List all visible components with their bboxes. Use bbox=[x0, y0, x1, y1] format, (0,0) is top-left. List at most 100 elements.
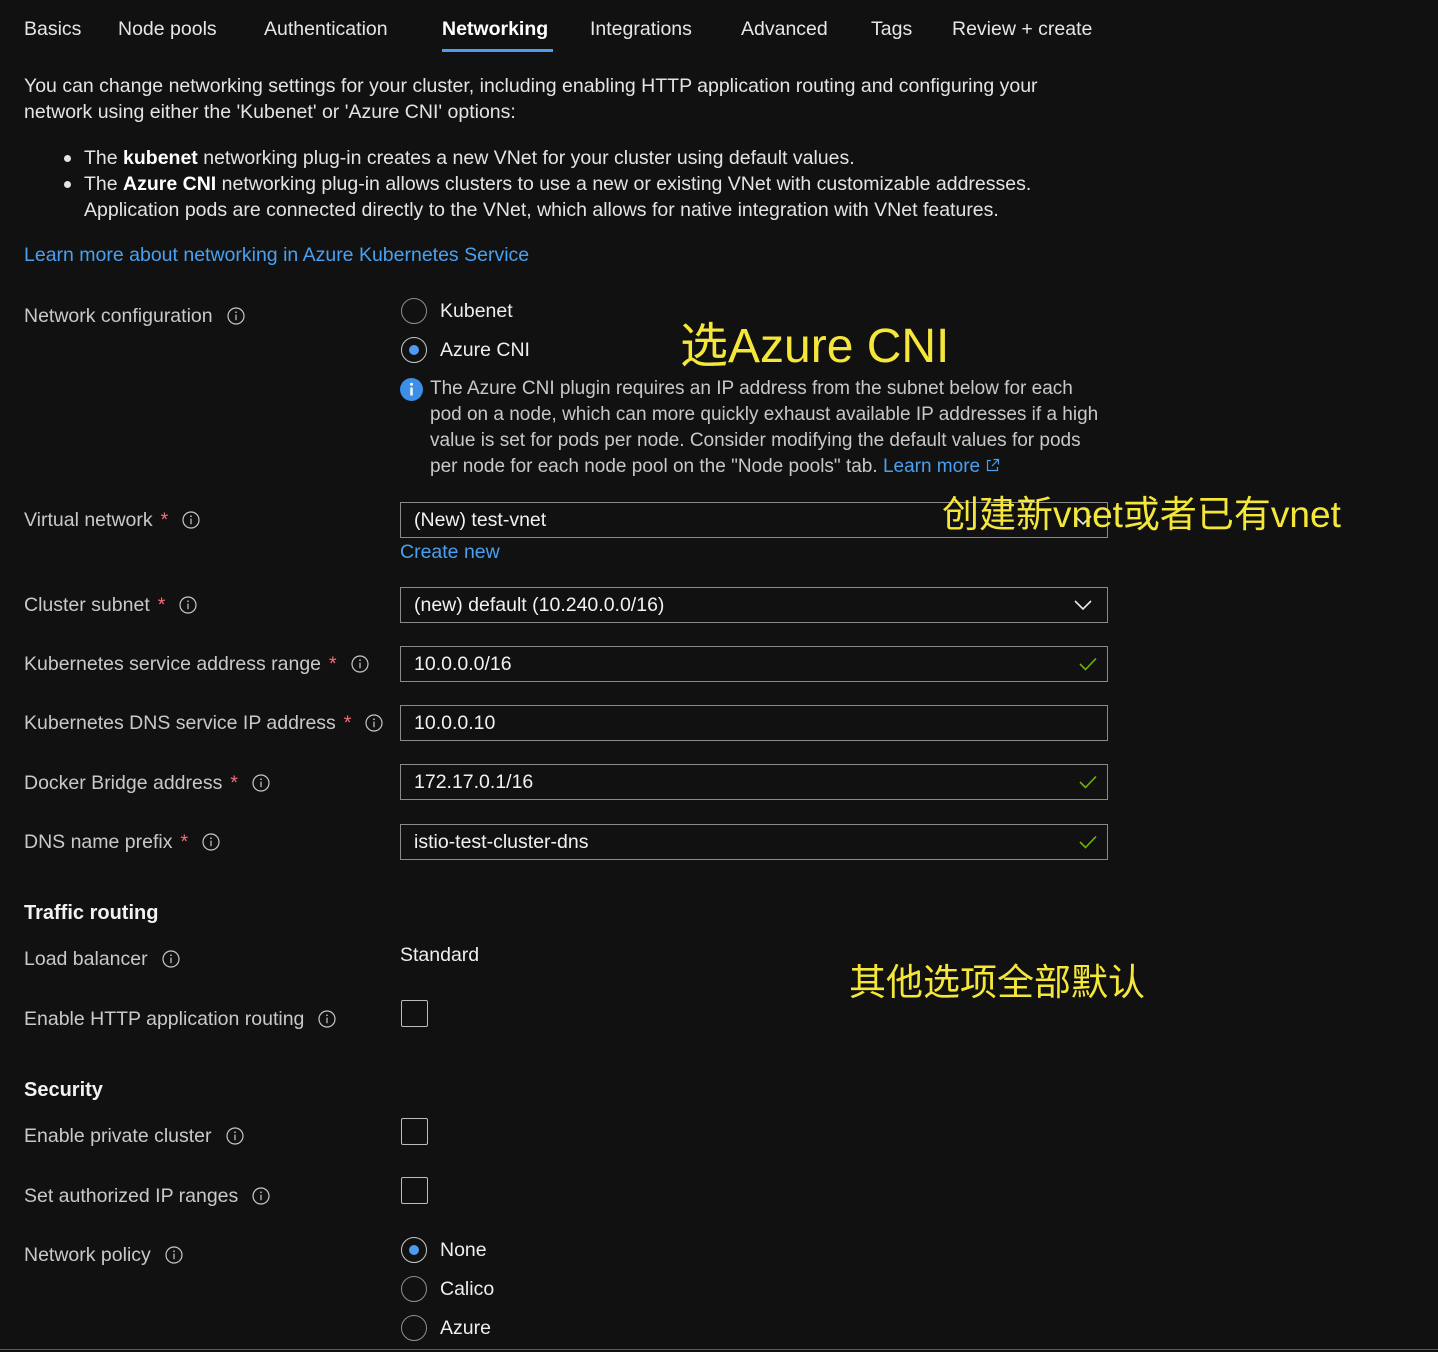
checkmark-icon bbox=[1079, 835, 1097, 849]
bottom-divider bbox=[0, 1349, 1438, 1350]
authorized-ip-ranges-checkbox[interactable] bbox=[401, 1177, 428, 1204]
dns-name-prefix-label: DNS name prefix * bbox=[24, 830, 220, 854]
info-line: per node for each node pool on the "Node… bbox=[430, 456, 878, 477]
radio-policy-calico[interactable] bbox=[401, 1276, 427, 1302]
info-filled-icon bbox=[400, 378, 423, 401]
info-icon[interactable] bbox=[252, 774, 270, 792]
radio-policy-azure-label[interactable]: Azure bbox=[440, 1316, 491, 1340]
virtual-network-selected-value: (New) test-vnet bbox=[414, 509, 547, 531]
docker-bridge-field bbox=[400, 764, 1108, 800]
label-text: Cluster subnet bbox=[24, 594, 150, 616]
tab-tags[interactable]: Tags bbox=[871, 17, 912, 41]
bullet-text: The bbox=[84, 147, 118, 169]
radio-azure-cni-label[interactable]: Azure CNI bbox=[440, 338, 530, 362]
dns-service-ip-label: Kubernetes DNS service IP address * bbox=[24, 711, 383, 735]
info-icon[interactable] bbox=[226, 307, 245, 325]
tab-integrations[interactable]: Integrations bbox=[590, 17, 692, 41]
dns-service-ip-input[interactable] bbox=[401, 706, 1107, 740]
info-icon[interactable] bbox=[182, 511, 200, 529]
network-policy-label: Network policy bbox=[24, 1243, 183, 1267]
tab-basics[interactable]: Basics bbox=[24, 17, 81, 41]
label-text: Docker Bridge address bbox=[24, 772, 223, 794]
annotation-choose-cni: 选Azure CNI bbox=[680, 320, 950, 373]
label-text: Enable private cluster bbox=[24, 1125, 212, 1147]
radio-policy-calico-label[interactable]: Calico bbox=[440, 1277, 494, 1301]
docker-bridge-label: Docker Bridge address * bbox=[24, 771, 270, 795]
checkmark-icon bbox=[1079, 657, 1097, 671]
dns-name-prefix-input[interactable] bbox=[401, 825, 1107, 859]
docker-bridge-input[interactable] bbox=[401, 765, 1107, 799]
bullet-kubenet: The kubenet networking plug-in creates a… bbox=[24, 145, 1031, 171]
bullet-dot bbox=[64, 155, 71, 162]
radio-azure-cni[interactable] bbox=[401, 337, 427, 363]
info-icon[interactable] bbox=[365, 714, 383, 732]
bullet-azure-cni: The Azure CNI networking plug-in allows … bbox=[24, 171, 1031, 223]
radio-policy-none-label[interactable]: None bbox=[440, 1238, 487, 1262]
info-icon[interactable] bbox=[225, 1127, 244, 1145]
tab-node-pools[interactable]: Node pools bbox=[118, 17, 217, 41]
required-asterisk: * bbox=[230, 772, 238, 794]
info-icon[interactable] bbox=[318, 1010, 336, 1028]
required-asterisk: * bbox=[180, 831, 189, 853]
azure-cni-info-message: The Azure CNI plugin requires an IP addr… bbox=[430, 376, 1098, 480]
tab-networking[interactable]: Networking bbox=[442, 17, 548, 41]
info-icon[interactable] bbox=[162, 950, 180, 968]
http-routing-checkbox[interactable] bbox=[401, 1000, 428, 1027]
intro-line: network using either the 'Kubenet' or 'A… bbox=[24, 101, 516, 123]
label-text: Set authorized IP ranges bbox=[24, 1185, 239, 1207]
required-asterisk: * bbox=[157, 594, 166, 616]
tab-review-create[interactable]: Review + create bbox=[952, 17, 1092, 41]
info-icon[interactable] bbox=[165, 1246, 183, 1264]
tab-advanced[interactable]: Advanced bbox=[741, 17, 828, 41]
bullet-bold-term: kubenet bbox=[123, 147, 198, 169]
required-asterisk: * bbox=[329, 653, 337, 675]
load-balancer-label: Load balancer bbox=[24, 947, 180, 971]
load-balancer-value: Standard bbox=[400, 944, 480, 966]
radio-kubenet[interactable] bbox=[401, 298, 427, 324]
radio-policy-azure[interactable] bbox=[401, 1315, 427, 1341]
radio-policy-none[interactable] bbox=[401, 1237, 427, 1263]
label-text: DNS name prefix bbox=[24, 831, 173, 853]
authorized-ip-ranges-label: Set authorized IP ranges bbox=[24, 1184, 270, 1208]
label-text: Virtual network bbox=[24, 509, 153, 531]
info-icon[interactable] bbox=[351, 655, 369, 673]
label-text: Enable HTTP application routing bbox=[24, 1008, 305, 1030]
dns-service-ip-field bbox=[400, 705, 1108, 741]
cluster-subnet-dropdown[interactable]: (new) default (10.240.0.0/16) bbox=[400, 587, 1108, 623]
annotation-vnet-note: 创建新vnet或者已有vnet bbox=[942, 494, 1341, 535]
private-cluster-checkbox[interactable] bbox=[401, 1118, 428, 1145]
info-learn-more-link[interactable]: Learn more bbox=[883, 456, 980, 477]
chevron-down-icon bbox=[1074, 600, 1092, 611]
info-icon[interactable] bbox=[179, 596, 197, 614]
intro-bullet-list: The kubenet networking plug-in creates a… bbox=[24, 145, 1031, 223]
radio-kubenet-label[interactable]: Kubenet bbox=[440, 299, 513, 323]
dns-name-prefix-field bbox=[400, 824, 1108, 860]
info-line: The Azure CNI plugin requires an IP addr… bbox=[430, 378, 1073, 399]
traffic-routing-heading: Traffic routing bbox=[24, 902, 159, 924]
active-tab-indicator bbox=[442, 49, 553, 52]
annotation-defaults-note: 其他选项全部默认 bbox=[849, 962, 1145, 1003]
cluster-subnet-label: Cluster subnet * bbox=[24, 593, 197, 617]
info-line: pod on a node, which can more quickly ex… bbox=[430, 404, 1099, 425]
tab-authentication[interactable]: Authentication bbox=[264, 17, 388, 41]
bullet-text-continuation: Application pods are connected directly … bbox=[84, 199, 999, 221]
external-link-icon[interactable] bbox=[985, 458, 1000, 473]
intro-description: You can change networking settings for y… bbox=[24, 73, 1038, 125]
info-icon[interactable] bbox=[202, 833, 220, 851]
label-text: Network configuration bbox=[24, 305, 213, 327]
http-routing-label: Enable HTTP application routing bbox=[24, 1007, 336, 1031]
required-asterisk: * bbox=[160, 509, 169, 531]
label-text: Kubernetes DNS service IP address bbox=[24, 712, 336, 734]
intro-line: You can change networking settings for y… bbox=[24, 75, 1038, 97]
bullet-dot bbox=[64, 181, 71, 188]
required-asterisk: * bbox=[343, 712, 352, 734]
bullet-text: networking plug-in creates a new VNet fo… bbox=[203, 147, 855, 169]
bullet-bold-term: Azure CNI bbox=[123, 173, 217, 195]
network-configuration-label: Network configuration bbox=[24, 304, 245, 328]
label-text: Kubernetes service address range bbox=[24, 653, 322, 675]
service-address-range-label: Kubernetes service address range * bbox=[24, 652, 369, 676]
service-address-range-input[interactable] bbox=[401, 647, 1107, 681]
learn-more-networking-link[interactable]: Learn more about networking in Azure Kub… bbox=[24, 243, 529, 267]
create-new-vnet-link[interactable]: Create new bbox=[400, 540, 500, 564]
info-icon[interactable] bbox=[252, 1187, 270, 1205]
